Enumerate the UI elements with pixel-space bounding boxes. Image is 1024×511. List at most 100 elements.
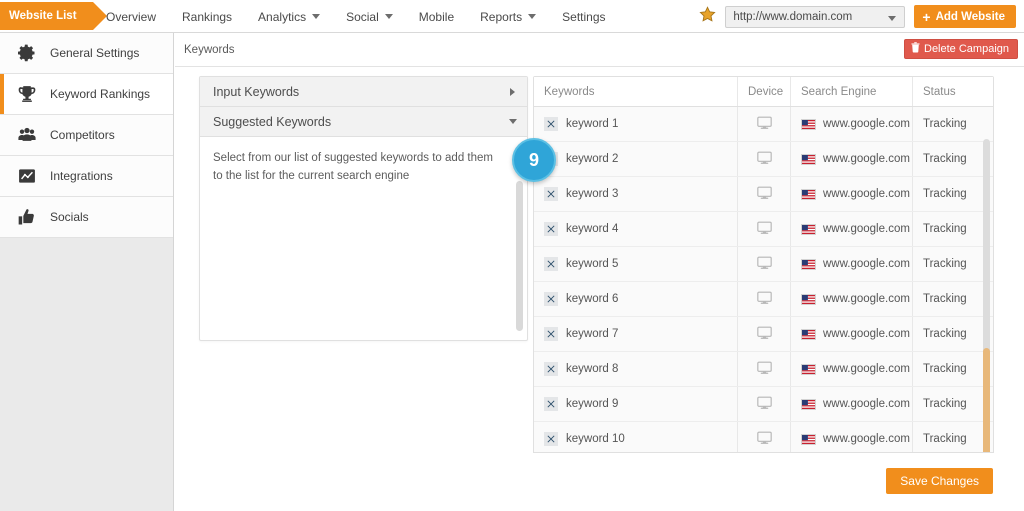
us-flag-icon: [801, 118, 816, 130]
column-header-keywords[interactable]: Keywords: [534, 77, 738, 106]
cell-device: [738, 317, 791, 351]
delete-campaign-label: Delete Campaign: [924, 43, 1009, 55]
cell-search-engine: www.google.com: [791, 247, 913, 281]
accordion-body: Select from our list of suggested keywor…: [200, 137, 527, 340]
cell-status: Tracking: [913, 177, 993, 211]
column-header-device[interactable]: Device: [738, 77, 791, 106]
sidebar-item-label: Integrations: [50, 169, 113, 183]
keyword-label: keyword 1: [566, 118, 619, 130]
remove-x-icon[interactable]: [544, 362, 558, 376]
website-list-tab[interactable]: Website List: [0, 2, 107, 30]
save-changes-label: Save Changes: [900, 474, 979, 488]
sidebar-item-general-settings[interactable]: General Settings: [0, 33, 173, 74]
cell-device: [738, 282, 791, 316]
remove-x-icon[interactable]: [544, 257, 558, 271]
cell-search-engine: www.google.com: [791, 212, 913, 246]
us-flag-icon: [801, 293, 816, 305]
desktop-icon: [756, 396, 772, 413]
nav-item-analytics[interactable]: Analytics: [245, 0, 333, 33]
desktop-icon: [756, 186, 772, 203]
keywords-scrollbar-thumb[interactable]: [983, 348, 990, 452]
column-header-status[interactable]: Status: [913, 77, 993, 106]
sidebar-item-label: General Settings: [50, 46, 140, 60]
search-engine-label: www.google.com: [823, 433, 910, 445]
plus-icon: +: [922, 8, 931, 25]
cell-status: Tracking: [913, 212, 993, 246]
sidebar-item-integrations[interactable]: Integrations: [0, 156, 173, 197]
website-list-tab-label: Website List: [9, 10, 77, 22]
star-icon[interactable]: [699, 5, 716, 28]
cell-status: Tracking: [913, 352, 993, 386]
remove-x-icon[interactable]: [544, 327, 558, 341]
nav-item-overview[interactable]: Overview: [93, 0, 169, 33]
step-badge: 9: [512, 138, 556, 182]
main-nav-items: Overview Rankings Analytics Social Mobil…: [93, 0, 619, 33]
save-changes-button[interactable]: Save Changes: [886, 468, 993, 494]
chevron-right-icon: [510, 88, 515, 96]
table-row: keyword 10 www.google.com Tracking: [534, 422, 993, 452]
cell-keyword: keyword 4: [534, 212, 738, 246]
desktop-icon: [756, 116, 772, 133]
nav-item-social[interactable]: Social: [333, 0, 406, 33]
sidebar-item-label: Competitors: [50, 128, 115, 142]
page-header: Keywords Delete Campaign: [175, 33, 1024, 67]
us-flag-icon: [801, 433, 816, 445]
cell-status: Tracking: [913, 107, 993, 141]
search-engine-label: www.google.com: [823, 328, 910, 340]
desktop-icon: [756, 326, 772, 343]
domain-select[interactable]: http://www.domain.com: [725, 5, 906, 28]
sidebar-item-label: Socials: [50, 210, 89, 224]
search-engine-label: www.google.com: [823, 188, 910, 200]
cell-status: Tracking: [913, 142, 993, 176]
desktop-icon: [756, 151, 772, 168]
cell-keyword: keyword 6: [534, 282, 738, 316]
people-icon: [17, 125, 37, 145]
accordion-section-label: Suggested Keywords: [213, 114, 332, 129]
cell-search-engine: www.google.com: [791, 107, 913, 141]
main-content: Keywords Delete Campaign Input Keywords …: [175, 33, 1024, 511]
add-website-label: Add Website: [935, 10, 1005, 23]
remove-x-icon[interactable]: [544, 292, 558, 306]
us-flag-icon: [801, 258, 816, 270]
nav-item-label: Social: [346, 9, 379, 24]
table-row: keyword 9 www.google.com Tracking: [534, 387, 993, 422]
accordion-section-suggested-keywords[interactable]: Suggested Keywords: [200, 107, 527, 137]
sidebar-item-socials[interactable]: Socials: [0, 197, 173, 238]
chevron-down-icon: [509, 119, 517, 124]
top-bar-right-controls: http://www.domain.com + Add Website: [699, 0, 1016, 33]
column-header-search-engine[interactable]: Search Engine: [791, 77, 913, 106]
status-badge: Tracking: [923, 433, 967, 445]
sidebar-item-competitors[interactable]: Competitors: [0, 115, 173, 156]
us-flag-icon: [801, 328, 816, 340]
cell-device: [738, 107, 791, 141]
cell-search-engine: www.google.com: [791, 142, 913, 176]
remove-x-icon[interactable]: [544, 222, 558, 236]
top-navigation-bar: Website List Overview Rankings Analytics…: [0, 0, 1024, 33]
cell-keyword: keyword 8: [534, 352, 738, 386]
search-engine-label: www.google.com: [823, 398, 910, 410]
keyword-label: keyword 8: [566, 363, 619, 375]
keyword-label: keyword 3: [566, 188, 619, 200]
search-engine-label: www.google.com: [823, 293, 910, 305]
status-badge: Tracking: [923, 258, 967, 270]
remove-x-icon[interactable]: [544, 117, 558, 131]
keywords-accordion-panel: Input Keywords Suggested Keywords Select…: [199, 76, 528, 341]
remove-x-icon[interactable]: [544, 432, 558, 446]
accordion-section-input-keywords[interactable]: Input Keywords: [200, 77, 527, 107]
nav-item-mobile[interactable]: Mobile: [406, 0, 467, 33]
cell-keyword: keyword 10: [534, 422, 738, 452]
delete-campaign-button[interactable]: Delete Campaign: [904, 39, 1018, 59]
suggested-keywords-scrollbar[interactable]: [516, 181, 523, 331]
remove-x-icon[interactable]: [544, 397, 558, 411]
cell-search-engine: www.google.com: [791, 352, 913, 386]
nav-item-reports[interactable]: Reports: [467, 0, 549, 33]
nav-item-settings[interactable]: Settings: [549, 0, 618, 33]
gear-icon: [17, 43, 37, 63]
status-badge: Tracking: [923, 118, 967, 130]
remove-x-icon[interactable]: [544, 187, 558, 201]
trash-icon: [911, 42, 920, 56]
nav-item-rankings[interactable]: Rankings: [169, 0, 245, 33]
add-website-button[interactable]: + Add Website: [914, 5, 1016, 28]
cell-search-engine: www.google.com: [791, 317, 913, 351]
sidebar-item-keyword-rankings[interactable]: Keyword Rankings: [0, 74, 173, 115]
